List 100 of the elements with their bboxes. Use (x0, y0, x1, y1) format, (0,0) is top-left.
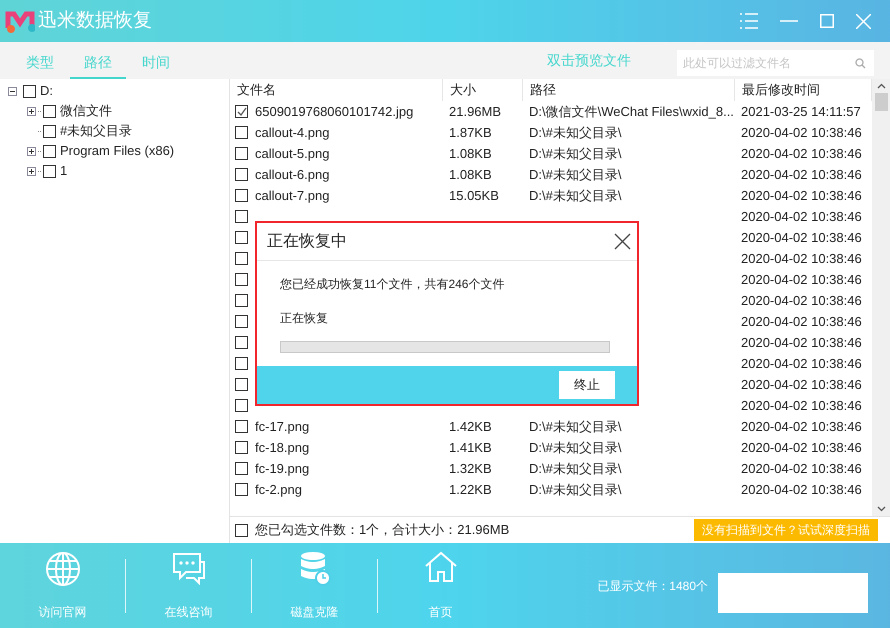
modified-time: 2020-04-02 10:38:46 (741, 418, 862, 434)
modified-time: 2020-04-02 10:38:46 (741, 334, 862, 350)
checkbox[interactable] (235, 315, 248, 328)
modified-time: 2020-04-02 10:38:46 (741, 146, 862, 161)
checkbox[interactable] (23, 84, 36, 98)
file-size: 1.22KB (449, 482, 492, 497)
column-header[interactable]: 路径 (523, 79, 735, 101)
stop-button[interactable]: 终止 (559, 371, 615, 399)
expand-icon[interactable] (27, 166, 36, 176)
tree-item[interactable]: 微信文件 (60, 101, 112, 121)
checkbox[interactable] (43, 104, 56, 118)
window-title: 迅米数据恢复 (38, 8, 152, 33)
checkbox[interactable] (235, 336, 248, 349)
modified-time: 2020-04-02 10:38:46 (741, 356, 862, 371)
scroll-down-icon[interactable] (876, 506, 886, 512)
modified-time: 2020-04-02 10:38:46 (741, 124, 862, 140)
checkbox[interactable] (235, 378, 248, 391)
file-path: D:\微信文件\WeChat Files\wxid_8... (529, 104, 734, 119)
file-size: 1.42KB (449, 418, 492, 434)
scrollbar-thumb[interactable] (874, 93, 888, 111)
file-size: 21.96MB (449, 104, 502, 119)
checkbox[interactable] (235, 399, 248, 412)
tree-item[interactable]: #未知父目录 (60, 121, 132, 141)
file-size: 1.32KB (449, 460, 492, 476)
file-size: 1.08KB (449, 146, 492, 161)
file-size: 1.08KB (449, 166, 492, 182)
file-path: D:\#未知父目录\ (529, 418, 622, 434)
modified-time: 2020-04-02 10:38:46 (741, 376, 862, 392)
modified-time: 2020-04-02 10:38:46 (741, 272, 862, 287)
expand-icon[interactable] (27, 146, 36, 156)
file-name: callout-6.png (255, 166, 330, 184)
file-name: callout-7.png (255, 186, 330, 205)
checkbox[interactable] (235, 420, 248, 433)
checkbox[interactable] (43, 124, 56, 138)
tree-item[interactable]: Program Files (x86) (60, 141, 174, 161)
preview-hint: 双击预览文件 (547, 51, 631, 70)
chat-icon (170, 550, 206, 584)
checkbox[interactable] (235, 147, 248, 160)
checkbox[interactable] (235, 483, 248, 496)
dialog-message: 您已经成功恢复11个文件，共有246个文件 (280, 276, 506, 293)
file-name: fc-2.png (255, 480, 302, 499)
column-header[interactable]: 大小 (443, 79, 523, 101)
checkbox[interactable] (235, 168, 248, 181)
checkbox[interactable] (235, 294, 248, 307)
column-header[interactable]: 文件名 (230, 79, 443, 101)
modified-time: 2020-04-02 10:38:46 (741, 230, 862, 245)
file-path: D:\#未知父目录\ (529, 124, 622, 140)
modified-time: 2020-04-02 10:38:46 (741, 440, 862, 455)
search-field[interactable]: 此处可以过滤文件名 (677, 50, 874, 76)
dialog-title: 正在恢复中 (267, 232, 347, 252)
checkbox[interactable] (235, 210, 248, 223)
scrollbar[interactable] (872, 79, 890, 516)
modified-time: 2020-04-02 10:38:46 (741, 398, 862, 413)
scroll-up-icon[interactable] (876, 83, 886, 89)
home-icon (424, 550, 458, 582)
file-size: 15.05KB (449, 188, 499, 203)
file-path: D:\#未知父目录\ (529, 482, 622, 497)
file-size: 1.41KB (449, 440, 492, 455)
file-name: callout-5.png (255, 144, 330, 163)
close-icon[interactable] (614, 233, 631, 250)
file-path: D:\#未知父目录\ (529, 460, 622, 476)
modified-time: 2020-04-02 10:38:46 (741, 482, 862, 497)
checkbox[interactable] (43, 164, 56, 178)
file-path: D:\#未知父目录\ (529, 166, 622, 182)
file-name: 6509019768060101742.jpg (255, 102, 414, 121)
file-path: D:\#未知父目录\ (529, 188, 622, 203)
file-path: D:\#未知父目录\ (529, 440, 622, 455)
checkbox[interactable] (235, 105, 248, 118)
tree-item[interactable]: 1 (60, 161, 68, 181)
globe-icon (44, 550, 80, 586)
checkbox[interactable] (235, 462, 248, 475)
collapse-icon[interactable] (8, 86, 17, 96)
database-icon (298, 550, 330, 586)
selection-summary: 您已勾选文件数：1个，合计大小：21.96MB (255, 521, 510, 540)
checkbox[interactable] (235, 357, 248, 370)
checkbox[interactable] (235, 231, 248, 244)
file-path: D:\#未知父目录\ (529, 146, 622, 161)
file-name: fc-17.png (255, 418, 310, 436)
checkbox[interactable] (235, 252, 248, 265)
checkbox[interactable] (235, 441, 248, 454)
file-name: callout-4.png (255, 124, 330, 142)
checkbox[interactable] (235, 189, 248, 202)
checkbox[interactable] (43, 144, 56, 158)
modified-time: 2020-04-02 10:38:46 (741, 166, 862, 182)
file-name: fc-18.png (255, 438, 310, 457)
modified-time: 2020-04-02 10:38:46 (741, 314, 862, 329)
modified-time: 2020-04-02 10:38:46 (741, 460, 862, 476)
dialog-status: 正在恢复 (280, 310, 329, 327)
checkbox[interactable] (235, 126, 248, 139)
file-size: 1.87KB (449, 124, 492, 140)
file-name: fc-19.png (255, 460, 310, 478)
checkbox[interactable] (235, 524, 248, 536)
checkbox[interactable] (235, 273, 248, 286)
modified-time: 2020-04-02 10:38:46 (741, 188, 862, 203)
tree-item[interactable]: D: (40, 81, 53, 101)
modified-time: 2020-04-02 10:38:46 (741, 208, 862, 224)
modified-time: 2020-04-02 10:38:46 (741, 250, 862, 266)
shown-files: 已显示文件：1480个 (597, 578, 708, 594)
expand-icon[interactable] (27, 106, 36, 116)
modified-time: 2020-04-02 10:38:46 (741, 292, 862, 308)
